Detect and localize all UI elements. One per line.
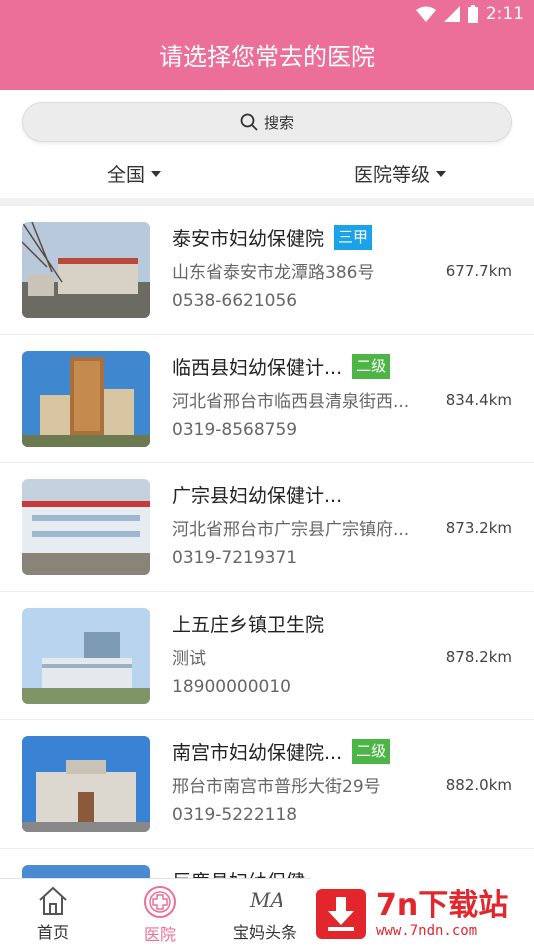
- hospital-name: 巨鹿县妇幼保健: [172, 867, 305, 879]
- hospital-photo: [22, 736, 150, 832]
- battery-icon: [467, 5, 478, 23]
- medical-cross-icon: [144, 886, 176, 918]
- hospital-level-badge: 二级: [352, 739, 391, 764]
- level-filter[interactable]: 医院等级: [354, 160, 447, 187]
- hospital-list[interactable]: 泰安市妇幼保健院 三甲 山东省泰安市龙潭路386号 0538-6621056 6…: [0, 206, 534, 878]
- watermark-overlay: 7n下载站 www.7ndn.com: [310, 878, 534, 950]
- region-filter-label: 全国: [107, 164, 146, 186]
- filter-bar: 全国 医院等级: [0, 152, 534, 198]
- hospital-distance: 677.7km: [445, 262, 512, 280]
- news-icon: MA: [249, 888, 282, 912]
- header: 2:11 请选择您常去的医院: [0, 0, 534, 90]
- tab-news[interactable]: MA 宝妈头条: [230, 885, 300, 943]
- hospital-level-badge: 二级: [352, 353, 391, 379]
- hospital-distance: 834.4km: [445, 390, 512, 409]
- hospital-name-row: 广宗县妇幼保健计...: [172, 481, 342, 508]
- search-icon: [240, 113, 258, 131]
- hospital-item[interactable]: 临西县妇幼保健计... 二级 河北省邢台市临西县清泉街西... 0319-856…: [0, 335, 534, 463]
- hospital-photo: [22, 479, 150, 575]
- signal-icon: [443, 6, 460, 22]
- svg-text:MA: MA: [249, 888, 282, 912]
- hospital-phone: 0538-6621056: [172, 291, 298, 311]
- hospital-phone: 0319-5222118: [172, 805, 298, 825]
- wifi-icon: [415, 6, 436, 22]
- search-input[interactable]: 搜索: [22, 102, 512, 142]
- tab-hospital[interactable]: 医院: [125, 885, 195, 945]
- hospital-item[interactable]: 广宗县妇幼保健计... 河北省邢台市广宗县广宗镇府... 0319-721937…: [0, 463, 534, 592]
- tab-hospital-label: 医院: [143, 925, 176, 944]
- hospital-address: 测试: [172, 648, 206, 669]
- caret-down-icon: [151, 170, 162, 177]
- hospital-photo: [22, 864, 150, 878]
- hospital-name: 南宫市妇幼保健院...: [172, 742, 343, 764]
- hospital-name: 上五庄乡镇卫生院: [172, 613, 325, 636]
- hospital-phone: 0319-7219371: [172, 548, 298, 568]
- hospital-address: 山东省泰安市龙潭路386号: [172, 263, 375, 283]
- tab-news-label: 宝妈头条: [232, 923, 297, 942]
- home-icon: [39, 886, 67, 915]
- hospital-name-row: 巨鹿县妇幼保健: [172, 867, 305, 879]
- hospital-distance: 873.2km: [445, 519, 512, 537]
- hospital-name-row: 南宫市妇幼保健院... 二级: [172, 738, 391, 765]
- hospital-name-row: 上五庄乡镇卫生院: [172, 610, 324, 637]
- hospital-item[interactable]: 泰安市妇幼保健院 三甲 山东省泰安市龙潭路386号 0538-6621056 6…: [0, 206, 534, 335]
- hospital-name: 广宗县妇幼保健计...: [172, 485, 343, 507]
- hospital-item[interactable]: 上五庄乡镇卫生院 测试 18900000010 878.2km: [0, 592, 534, 720]
- watermark-url: www.7ndn.com: [376, 923, 478, 939]
- hospital-photo: [22, 222, 150, 318]
- hospital-photo: [22, 607, 150, 704]
- region-filter[interactable]: 全国: [107, 160, 162, 187]
- caret-down-icon: [436, 170, 447, 177]
- hospital-address: 河北省邢台市广宗县广宗镇府...: [172, 520, 410, 540]
- section-divider: [0, 198, 534, 206]
- hospital-address: 邢台市南宫市普彤大街29号: [172, 777, 381, 797]
- hospital-name-row: 临西县妇幼保健计... 二级: [172, 353, 391, 380]
- watermark-text: 7n下载站 www.7ndn.com: [376, 888, 509, 940]
- tab-home[interactable]: 首页: [18, 885, 88, 943]
- hospital-name: 临西县妇幼保健计...: [172, 356, 343, 379]
- hospital-address: 河北省邢台市临西县清泉街西...: [172, 391, 410, 412]
- hospital-photo: [22, 350, 150, 447]
- hospital-name: 泰安市妇幼保健院: [172, 228, 325, 250]
- hospital-name-row: 泰安市妇幼保健院 三甲: [172, 224, 373, 251]
- hospital-phone: 0319-8568759: [172, 419, 298, 440]
- hospital-item[interactable]: 南宫市妇幼保健院... 二级 邢台市南宫市普彤大街29号 0319-522211…: [0, 720, 534, 849]
- hospital-distance: 882.0km: [445, 776, 512, 794]
- search-label: 搜索: [263, 113, 294, 132]
- status-bar: 2:11: [0, 0, 534, 28]
- hospital-item[interactable]: 巨鹿县妇幼保健: [0, 849, 534, 879]
- hospital-level-badge: 三甲: [334, 225, 373, 250]
- page-title: 请选择您常去的医院: [159, 43, 375, 71]
- level-filter-label: 医院等级: [354, 164, 431, 186]
- search-bar-area: 搜索: [0, 90, 534, 152]
- hospital-phone: 18900000010: [172, 676, 291, 697]
- download-icon: [316, 889, 366, 939]
- status-time: 2:11: [485, 4, 524, 24]
- hospital-distance: 878.2km: [445, 647, 512, 666]
- tab-home-label: 首页: [36, 923, 69, 942]
- watermark-brand: 7n下载站: [376, 888, 509, 923]
